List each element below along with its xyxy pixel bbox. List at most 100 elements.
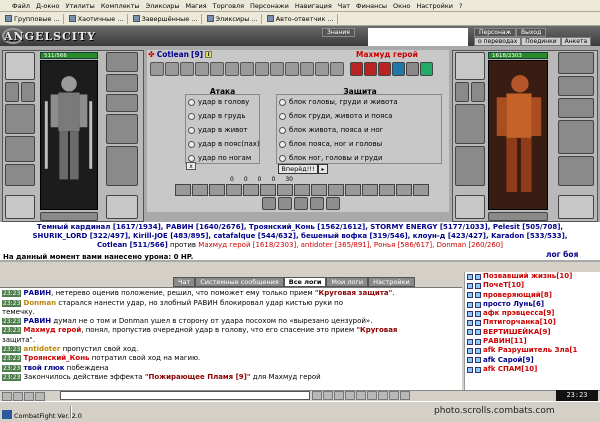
chat-author[interactable]: твой глюк <box>24 364 65 372</box>
action-icon[interactable] <box>396 184 412 196</box>
chat-time[interactable]: 23:23 <box>2 290 22 297</box>
nav-character[interactable]: Персонаж <box>474 28 516 37</box>
info-icon[interactable]: i <box>205 51 213 58</box>
menu-item[interactable]: Торговля <box>213 2 244 10</box>
user-status-icon[interactable] <box>475 273 481 280</box>
action-icon[interactable] <box>175 184 191 196</box>
radio-button[interactable] <box>279 154 286 162</box>
clear-icon[interactable] <box>334 391 344 400</box>
spell-icon[interactable] <box>278 197 292 210</box>
menu-item[interactable]: Окно <box>393 2 410 10</box>
fire-effect-icon[interactable] <box>364 62 377 76</box>
user-name[interactable]: просто Лунь[6] <box>483 300 544 309</box>
slot-earring[interactable] <box>106 52 138 72</box>
attack-option[interactable]: удар в голову <box>186 95 259 109</box>
user-status-icon[interactable] <box>475 348 481 355</box>
team-b[interactable]: Махмуд герой [1618/2303], antidoter [365… <box>198 241 503 249</box>
chat-author[interactable]: Троянский_Конь <box>24 354 90 362</box>
chat-time[interactable]: 23:23 <box>2 327 22 335</box>
smile-icon[interactable] <box>312 391 322 400</box>
effect-icon[interactable] <box>315 62 329 76</box>
effect-icon[interactable] <box>165 62 179 76</box>
attack-option[interactable]: удар в живот <box>186 123 259 137</box>
user-status-icon[interactable] <box>475 320 481 327</box>
slot-shield-2[interactable] <box>106 146 138 186</box>
r-slot-bracer[interactable] <box>471 82 485 102</box>
radio-button[interactable] <box>188 112 195 120</box>
chat-input[interactable] <box>60 391 310 400</box>
translit-icon[interactable] <box>356 391 366 400</box>
effect-icon[interactable] <box>210 62 224 76</box>
user-status-icon[interactable] <box>475 282 481 289</box>
slot-bracer[interactable] <box>21 82 35 102</box>
user-name[interactable]: Позвавший жизнь[10] <box>483 272 572 281</box>
user-status-icon[interactable] <box>475 338 481 345</box>
radio-button[interactable] <box>279 98 286 106</box>
go-button[interactable]: Вперёд!!! <box>278 164 318 174</box>
settings-icon[interactable] <box>400 391 410 400</box>
radio-button[interactable] <box>279 126 286 134</box>
people-icon[interactable] <box>389 391 399 400</box>
map-icon[interactable] <box>378 391 388 400</box>
action-icon[interactable] <box>345 184 361 196</box>
menu-item[interactable]: Д-окно <box>36 2 60 10</box>
participants-line-1[interactable]: Темный кардинал [1617/1934], РАВИН [1640… <box>8 223 592 232</box>
tab-settings[interactable]: Настройки <box>368 277 415 287</box>
toolbar-tab[interactable]: Авто-ответчик ... <box>264 13 338 24</box>
menu-item[interactable]: Утилиты <box>66 2 95 10</box>
chat-author[interactable]: Donman <box>24 299 57 307</box>
effect-icon[interactable] <box>285 62 299 76</box>
menu-item[interactable]: Настройки <box>416 2 453 10</box>
user-status-icon[interactable] <box>467 348 473 355</box>
user-status-icon[interactable] <box>467 292 473 299</box>
r-slot-belt[interactable] <box>455 195 485 219</box>
user-list-item[interactable]: afk Разрушитель Зла[1 <box>467 346 598 355</box>
slot-row-small[interactable] <box>40 212 98 221</box>
radio-button[interactable] <box>279 140 286 148</box>
effect-icon[interactable] <box>195 62 209 76</box>
fire-effect-icon[interactable] <box>378 62 391 76</box>
menu-item[interactable]: Навигация <box>295 2 332 10</box>
go-arrow-button[interactable]: ▸ <box>318 164 328 174</box>
action-icon[interactable] <box>311 184 327 196</box>
user-list-item[interactable]: Позвавший жизнь[10] <box>467 272 598 281</box>
spell-icon[interactable] <box>326 197 340 210</box>
user-status-icon[interactable] <box>467 338 473 345</box>
menu-item[interactable]: Эликсиры <box>146 2 180 10</box>
defense-option[interactable]: блок груди, живота и пояса <box>277 109 441 123</box>
shield-effect-icon[interactable] <box>392 62 405 76</box>
user-status-icon[interactable] <box>475 310 481 317</box>
user-status-icon[interactable] <box>475 329 481 336</box>
spell-icon[interactable] <box>294 197 308 210</box>
user-status-icon[interactable] <box>467 366 473 373</box>
action-icon[interactable] <box>379 184 395 196</box>
filter-icon[interactable] <box>345 391 355 400</box>
rune-effect-icon[interactable] <box>406 62 419 76</box>
user-list-item[interactable]: РАВИН[11] <box>467 337 598 346</box>
r-slot-ring[interactable] <box>558 98 594 118</box>
effect-icon[interactable] <box>150 62 164 76</box>
defense-option[interactable]: блок ног, головы и груди <box>277 151 441 165</box>
chat-author[interactable]: antidoter <box>24 345 61 353</box>
user-list-item[interactable]: ВЕРТИШЕЙКА[9] <box>467 328 598 337</box>
effect-icon[interactable] <box>300 62 314 76</box>
effect-icon[interactable] <box>240 62 254 76</box>
chat-author[interactable]: РАВИН <box>24 317 52 325</box>
user-status-icon[interactable] <box>467 329 473 336</box>
effect-icon[interactable] <box>180 62 194 76</box>
user-name[interactable]: afk СПАМ[10] <box>483 365 537 374</box>
r-slot-shield[interactable] <box>558 120 594 154</box>
slot-helmet[interactable] <box>5 52 35 80</box>
send-icon[interactable] <box>323 391 333 400</box>
attack-option[interactable]: удар в грудь <box>186 109 259 123</box>
user-list-item[interactable]: afk Сарой[9] <box>467 356 598 365</box>
user-name[interactable]: РАВИН[11] <box>483 337 527 346</box>
r-slot-pants[interactable] <box>558 156 594 186</box>
toolbar-tab[interactable]: Завершённые ... <box>130 13 202 24</box>
r-slot-amulet[interactable] <box>455 82 469 102</box>
user-status-icon[interactable] <box>475 357 481 364</box>
sound-icon[interactable] <box>367 391 377 400</box>
defense-option[interactable]: блок живота, пояса и ног <box>277 123 441 137</box>
user-name[interactable]: афк прэвцесса[9] <box>483 309 555 318</box>
eye-effect-icon[interactable] <box>420 62 433 76</box>
